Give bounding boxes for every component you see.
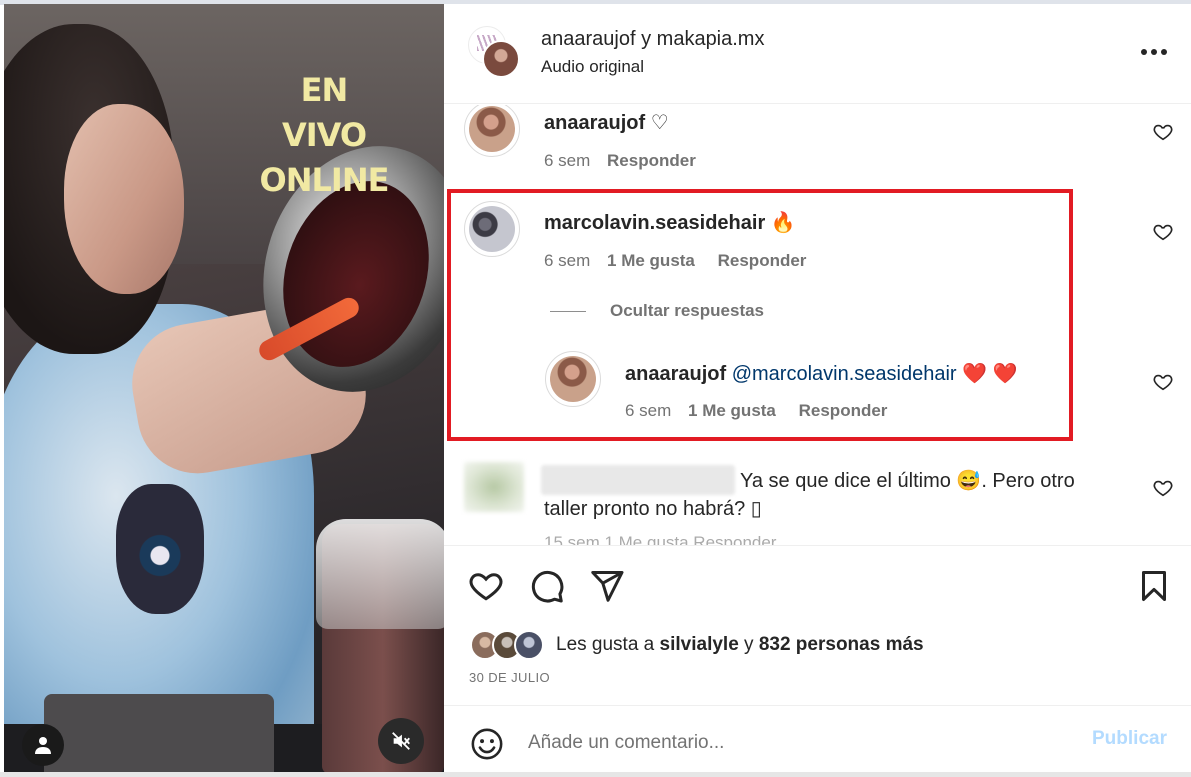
- reply-button[interactable]: Responder: [718, 251, 807, 270]
- video-apron: [44, 694, 274, 772]
- comment-text: 🔥: [770, 212, 796, 234]
- more-options-button[interactable]: [1134, 34, 1174, 66]
- avatar-anaaraujof[interactable]: [482, 40, 520, 78]
- audio-original-link[interactable]: Audio original: [541, 57, 644, 77]
- video-face-shape: [64, 104, 184, 294]
- bookmark-icon[interactable]: [1136, 568, 1172, 604]
- comment-meta: 6 sem Responder: [544, 151, 714, 171]
- comment-time[interactable]: 6 sem: [544, 151, 590, 170]
- more-dots-icon: [1141, 49, 1167, 55]
- reply-button[interactable]: Responder: [607, 151, 696, 170]
- comment-meta-cut: 15 sem 1 Me gusta Responder: [544, 533, 777, 545]
- video-hamsa-print: [116, 484, 204, 614]
- tagged-users-button[interactable]: [22, 724, 64, 766]
- reply-mention[interactable]: @marcolavin.seasidehair: [732, 363, 957, 385]
- reply-time[interactable]: 6 sem: [625, 401, 671, 420]
- comment-username[interactable]: marcolavin.seasidehair: [544, 212, 765, 234]
- likes-user-link[interactable]: silvialyle: [660, 634, 739, 655]
- overlay-line-1: EN VIVO: [281, 71, 367, 154]
- reply-text: ❤️ ❤️: [962, 363, 1018, 385]
- avatar[interactable]: [545, 351, 601, 407]
- author-join: y: [641, 28, 652, 50]
- post-authors: anaaraujof y makapia.mx: [541, 28, 764, 51]
- comment-likes[interactable]: 1 Me gusta: [607, 251, 695, 270]
- author-link-1[interactable]: anaaraujof: [541, 28, 636, 50]
- emoji-smile-icon[interactable]: [470, 727, 504, 761]
- reply-username[interactable]: anaaraujof: [625, 363, 726, 385]
- hide-replies-button[interactable]: Ocultar respuestas: [550, 301, 764, 321]
- comment-text: Ya se que dice el último 😅. Pero otro ta…: [544, 467, 1104, 523]
- comment-input[interactable]: [528, 725, 1068, 761]
- comment-time[interactable]: 6 sem: [544, 251, 590, 270]
- video-jar-top: [316, 519, 444, 629]
- hide-replies-label: Ocultar respuestas: [610, 301, 765, 320]
- comment-author: marcolavin.seasidehair 🔥: [544, 210, 796, 235]
- window-bottom-edge: [0, 772, 1191, 777]
- likes-summary: Les gusta a silvialyle y 832 personas má…: [556, 634, 924, 656]
- post-actions: Les gusta a silvialyle y 832 personas má…: [444, 545, 1191, 705]
- heart-icon[interactable]: [1152, 371, 1174, 393]
- video-overlay-text: EN VIVO ONLINE: [254, 68, 394, 203]
- post-video[interactable]: EN VIVO ONLINE: [4, 4, 444, 772]
- reply-likes[interactable]: 1 Me gusta: [688, 401, 776, 420]
- comment-text-line-2: taller pronto no habrá? ▯: [544, 498, 762, 520]
- comment-bubble-icon[interactable]: [529, 568, 565, 604]
- add-comment-bar: Publicar: [444, 705, 1191, 772]
- heart-icon[interactable]: [1152, 477, 1174, 499]
- post-side-panel: anaaraujof y makapia.mx Audio original a…: [444, 4, 1191, 772]
- heart-icon[interactable]: [1152, 121, 1174, 143]
- reply-author: anaaraujof @marcolavin.seasidehair ❤️ ❤️: [625, 361, 1018, 386]
- author-link-2[interactable]: makapia.mx: [657, 28, 765, 50]
- replies-divider: [550, 311, 586, 313]
- collab-avatars[interactable]: [468, 26, 522, 80]
- avatar[interactable]: [464, 201, 520, 257]
- mute-toggle-button[interactable]: [378, 718, 424, 764]
- post-header: anaaraujof y makapia.mx Audio original: [444, 4, 1191, 104]
- publish-button[interactable]: Publicar: [1092, 728, 1167, 750]
- heart-icon[interactable]: [1152, 221, 1174, 243]
- heart-icon[interactable]: [468, 568, 504, 604]
- post-date[interactable]: 30 DE JULIO: [469, 670, 550, 685]
- blurred-avatar[interactable]: [464, 462, 524, 512]
- avatar[interactable]: [464, 105, 520, 157]
- comments-list[interactable]: anaaraujof ♡ 6 sem Responder marcolavin.…: [444, 105, 1191, 545]
- overlay-line-2: ONLINE: [259, 161, 390, 199]
- comment-author: anaaraujof ♡: [544, 110, 669, 135]
- comment-text: ♡: [650, 112, 669, 134]
- likes-prefix: Les gusta a: [556, 634, 655, 655]
- speaker-muted-icon: [392, 732, 410, 750]
- likers-avatars[interactable]: [470, 630, 550, 664]
- paper-plane-icon[interactable]: [589, 568, 625, 604]
- likes-join: y: [744, 634, 754, 655]
- user-icon: [35, 737, 51, 754]
- reply-meta: 6 sem 1 Me gusta Responder: [625, 401, 905, 421]
- reply-button[interactable]: Responder: [799, 401, 888, 420]
- comment-text-line-1: Ya se que dice el último 😅. Pero otro: [740, 470, 1075, 492]
- comment-meta: 6 sem 1 Me gusta Responder: [544, 251, 824, 271]
- likes-others-link[interactable]: 832 personas más: [759, 634, 924, 655]
- comment-username[interactable]: anaaraujof: [544, 112, 645, 134]
